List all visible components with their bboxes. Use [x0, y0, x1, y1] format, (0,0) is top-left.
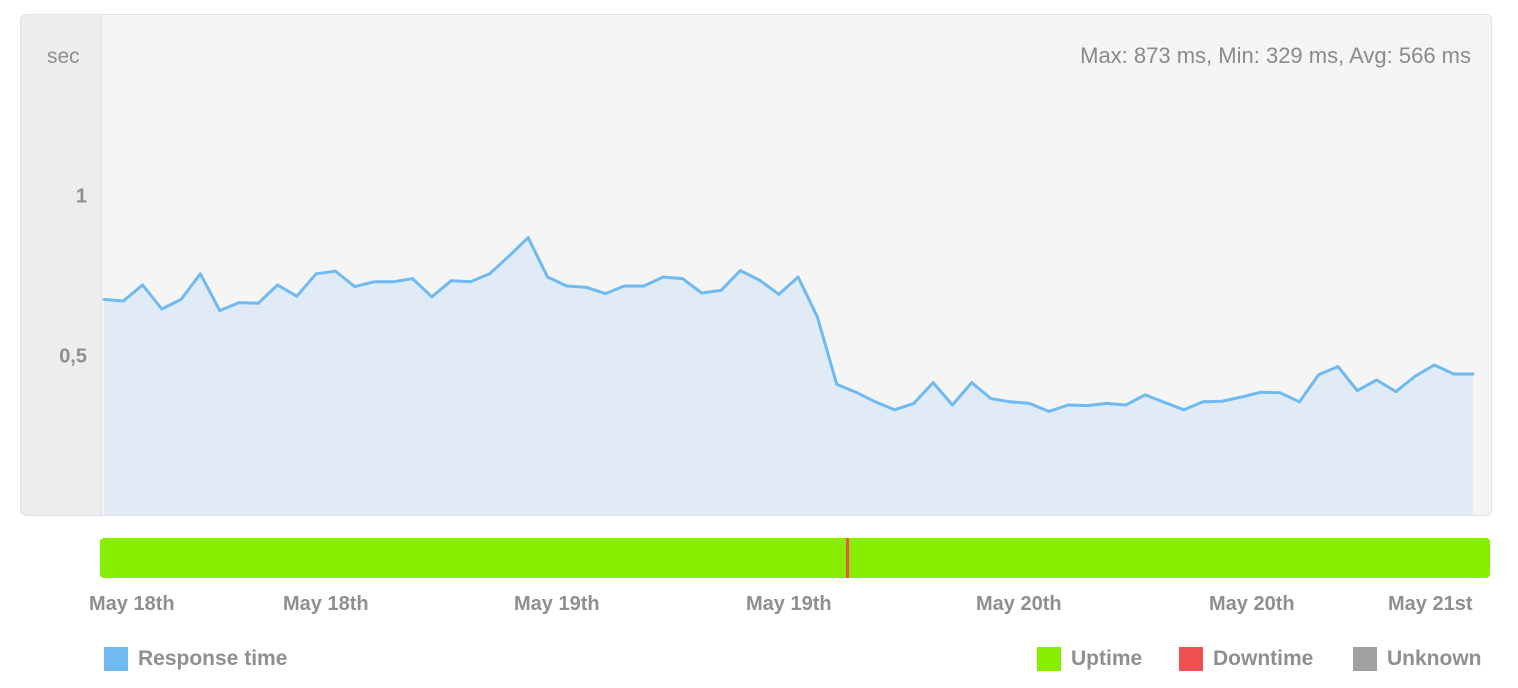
response-time-plot [102, 236, 1475, 515]
response-time-point [1124, 403, 1128, 407]
response-time-point [1471, 372, 1475, 376]
response-time-point [738, 269, 742, 272]
response-time-point [411, 277, 414, 280]
x-tick-label: May 18th [89, 593, 175, 615]
x-tick-label: May 21st [1388, 593, 1473, 615]
response-time-point [796, 275, 800, 279]
response-time-point [526, 236, 530, 240]
response-time-point [469, 280, 472, 284]
response-time-point [179, 298, 183, 301]
response-time-point [1163, 401, 1166, 404]
response-time-point [1182, 408, 1186, 412]
response-time-point [1105, 402, 1108, 405]
downtime-marker [846, 538, 849, 578]
response-time-point [1028, 402, 1031, 405]
response-time-point [1336, 365, 1340, 368]
response-time-point [488, 272, 491, 276]
legend-swatch-uptime [1037, 647, 1061, 671]
response-time-point [1240, 395, 1243, 399]
response-time-point [121, 299, 125, 303]
response-time-point [276, 283, 279, 287]
legend-label: Downtime [1213, 647, 1314, 670]
response-time-point [565, 284, 569, 288]
response-time-point [334, 269, 337, 273]
response-time-point [931, 381, 935, 384]
response-time-point [430, 295, 434, 299]
response-time-point [1143, 393, 1147, 397]
response-time-point [102, 298, 106, 301]
response-time-point [912, 402, 916, 405]
response-time-point [353, 285, 357, 288]
response-time-point [237, 301, 241, 304]
response-time-point [1394, 390, 1398, 393]
x-tick-label: May 20th [976, 593, 1062, 615]
response-time-point [546, 275, 549, 279]
response-time-point [1413, 374, 1417, 378]
legend-label: Response time [138, 647, 288, 670]
response-time-point [1298, 400, 1301, 404]
response-time-point [1047, 410, 1051, 413]
response-stats: Max: 873 ms, Min: 329 ms, Avg: 566 ms [1080, 43, 1471, 68]
response-time-point [1452, 372, 1456, 376]
response-time-point [507, 254, 511, 258]
response-time-point [314, 272, 318, 276]
uptime-status-bar [100, 538, 1490, 578]
response-time-point [1375, 378, 1378, 382]
response-time-point [391, 280, 395, 284]
response-time-point [970, 381, 974, 384]
response-time-point [873, 400, 877, 404]
response-time-point [1220, 399, 1224, 403]
legend-downtime: Downtime [1179, 646, 1313, 672]
response-time-point [1008, 400, 1012, 404]
response-time-point [584, 285, 588, 289]
x-tick-label: May 19th [514, 593, 600, 615]
legend-label: Unknown [1387, 647, 1482, 670]
legend-swatch-downtime [1179, 647, 1203, 671]
response-time-point [256, 301, 260, 305]
x-tick-label: May 18th [283, 593, 369, 615]
response-time-point [854, 390, 858, 394]
response-time-point [1259, 390, 1263, 394]
legend-response-time: Response time [104, 646, 287, 672]
response-time-point [642, 284, 646, 288]
response-time-point [295, 294, 299, 298]
response-time-point [1433, 363, 1436, 367]
response-time-point [893, 408, 896, 412]
response-time-point [816, 315, 819, 319]
response-time-chart: sec 1 0,5 Max: 873 ms, Min: 329 ms, Avg:… [20, 14, 1492, 516]
legend-unknown: Unknown [1353, 646, 1482, 672]
response-time-point [661, 275, 665, 279]
response-time-point [681, 277, 684, 280]
response-time-point [449, 279, 453, 283]
response-time-point [1201, 400, 1205, 404]
response-time-point [700, 291, 704, 295]
response-time-point [141, 283, 144, 287]
response-time-point [777, 292, 781, 296]
response-time-point [160, 307, 164, 311]
x-tick-label: May 19th [746, 593, 832, 615]
x-tick-label: May 20th [1209, 593, 1295, 615]
response-time-point [1355, 389, 1359, 392]
response-time-point [951, 403, 954, 407]
response-time-point [989, 397, 993, 400]
response-time-point [1278, 391, 1282, 395]
response-time-point [1066, 403, 1070, 407]
legend-uptime: Uptime [1037, 646, 1142, 672]
response-time-point [199, 272, 202, 276]
response-time-point [372, 280, 376, 284]
legend-swatch-unknown [1353, 647, 1377, 671]
response-time-point [623, 284, 626, 288]
response-time-point [758, 278, 761, 282]
response-time-point [603, 292, 607, 295]
legend-label: Uptime [1071, 647, 1143, 670]
response-time-point [1086, 404, 1089, 407]
response-time-point [218, 309, 222, 312]
legend-swatch-response-time [104, 647, 128, 671]
response-time-area [104, 237, 1473, 515]
response-time-point [719, 289, 723, 292]
response-time-point [835, 382, 839, 386]
response-time-point [1317, 373, 1321, 376]
